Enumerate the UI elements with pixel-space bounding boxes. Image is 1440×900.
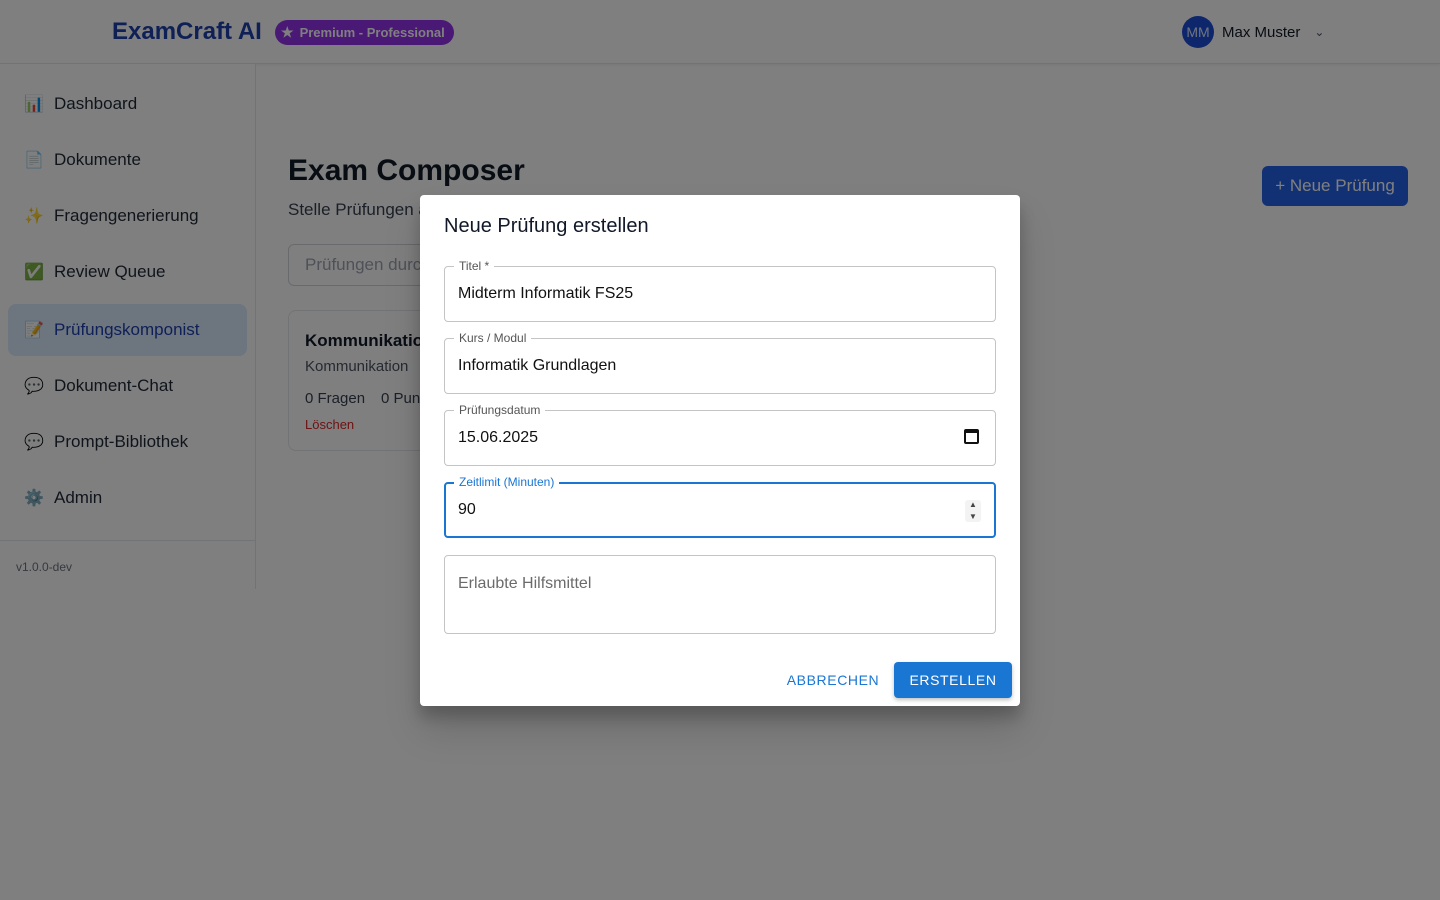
calendar-icon[interactable] xyxy=(964,429,979,444)
course-field-value: Informatik Grundlagen xyxy=(458,357,617,374)
title-field[interactable]: Titel * Midterm Informatik FS25 xyxy=(444,259,996,322)
date-field[interactable]: Prüfungsdatum 15.06.2025 xyxy=(444,403,996,466)
number-stepper[interactable]: ▲ ▼ xyxy=(965,500,981,522)
date-field-value: 15.06.2025 xyxy=(458,429,539,446)
title-field-value: Midterm Informatik FS25 xyxy=(458,285,634,302)
new-exam-dialog: Neue Prüfung erstellen Titel * Midterm I… xyxy=(420,195,1020,706)
course-field[interactable]: Kurs / Modul Informatik Grundlagen xyxy=(444,331,996,394)
time-limit-field[interactable]: Zeitlimit (Minuten) 90 ▲ ▼ xyxy=(444,475,996,538)
time-limit-field-value: 90 xyxy=(458,501,476,518)
date-field-label: Prüfungsdatum xyxy=(454,403,546,417)
course-field-label: Kurs / Modul xyxy=(454,331,532,345)
create-button[interactable]: ERSTELLEN xyxy=(894,662,1012,698)
time-limit-field-label: Zeitlimit (Minuten) xyxy=(454,475,560,489)
title-field-label: Titel * xyxy=(454,259,495,273)
stepper-up-icon[interactable]: ▲ xyxy=(969,500,977,510)
cancel-button[interactable]: ABBRECHEN xyxy=(780,662,886,698)
aids-placeholder: Erlaubte Hilfsmittel xyxy=(458,575,592,592)
aids-textarea[interactable]: Erlaubte Hilfsmittel xyxy=(444,555,996,634)
dialog-title: Neue Prüfung erstellen xyxy=(444,215,649,237)
stepper-down-icon[interactable]: ▼ xyxy=(969,512,977,522)
